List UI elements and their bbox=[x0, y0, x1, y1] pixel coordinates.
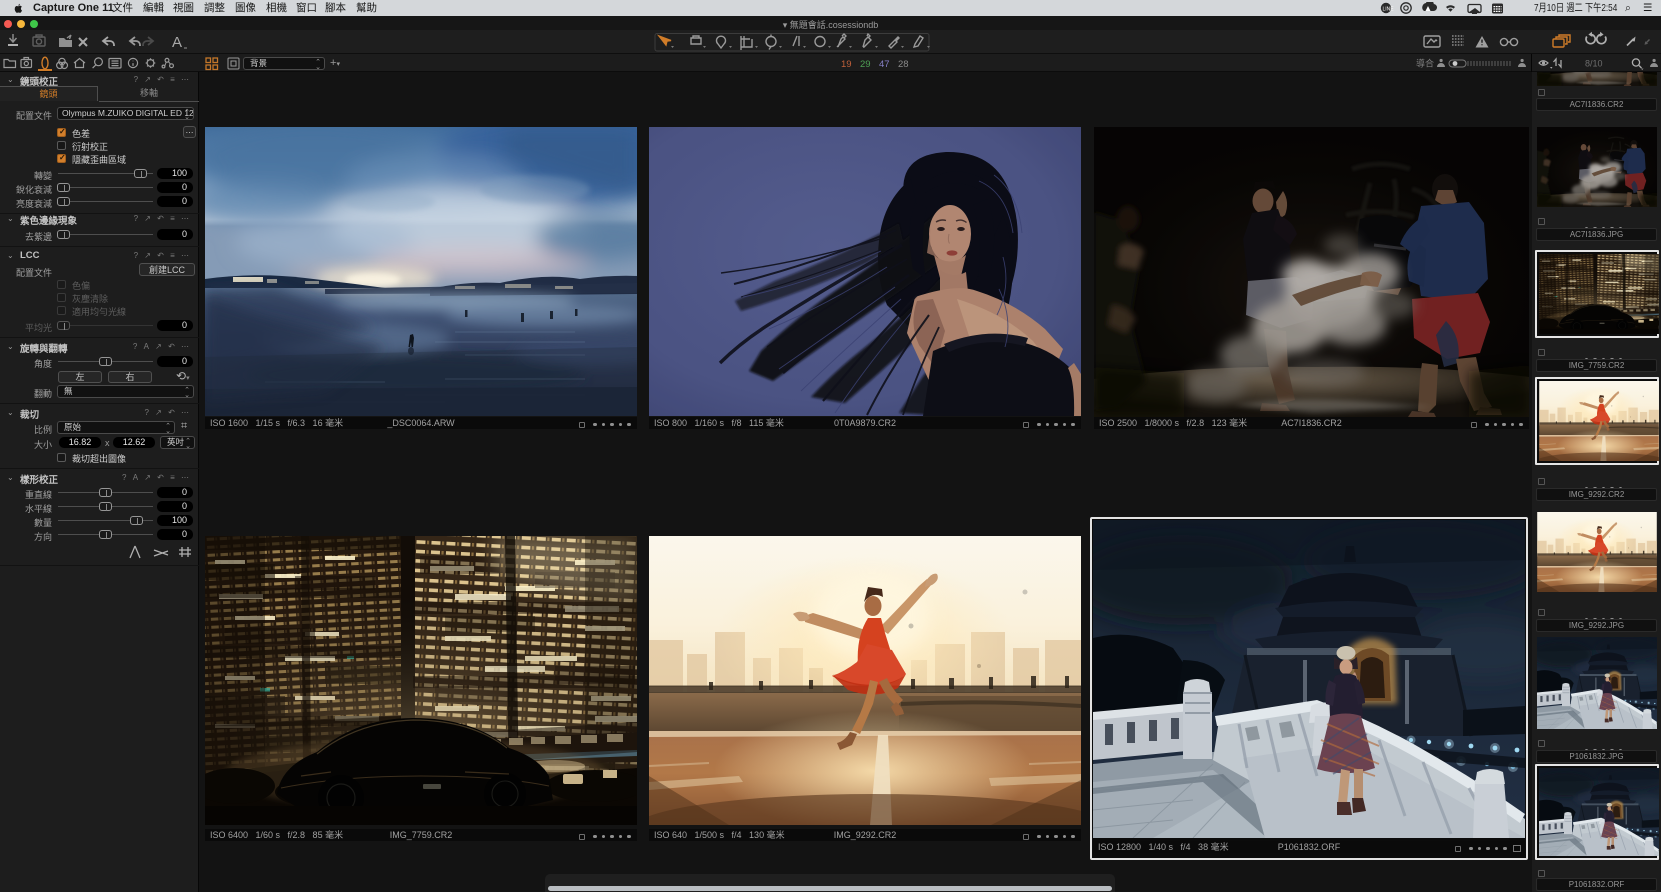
svg-text:LINE: LINE bbox=[1383, 7, 1395, 13]
svg-text:19: 19 bbox=[841, 59, 852, 70]
svg-text:導合: 導合 bbox=[1416, 58, 1434, 69]
svg-text:A: A bbox=[172, 34, 182, 51]
svg-text:8/10: 8/10 bbox=[1585, 59, 1603, 69]
svg-text:29: 29 bbox=[860, 59, 871, 70]
svg-text:28: 28 bbox=[898, 59, 909, 70]
svg-text:47: 47 bbox=[879, 59, 890, 70]
